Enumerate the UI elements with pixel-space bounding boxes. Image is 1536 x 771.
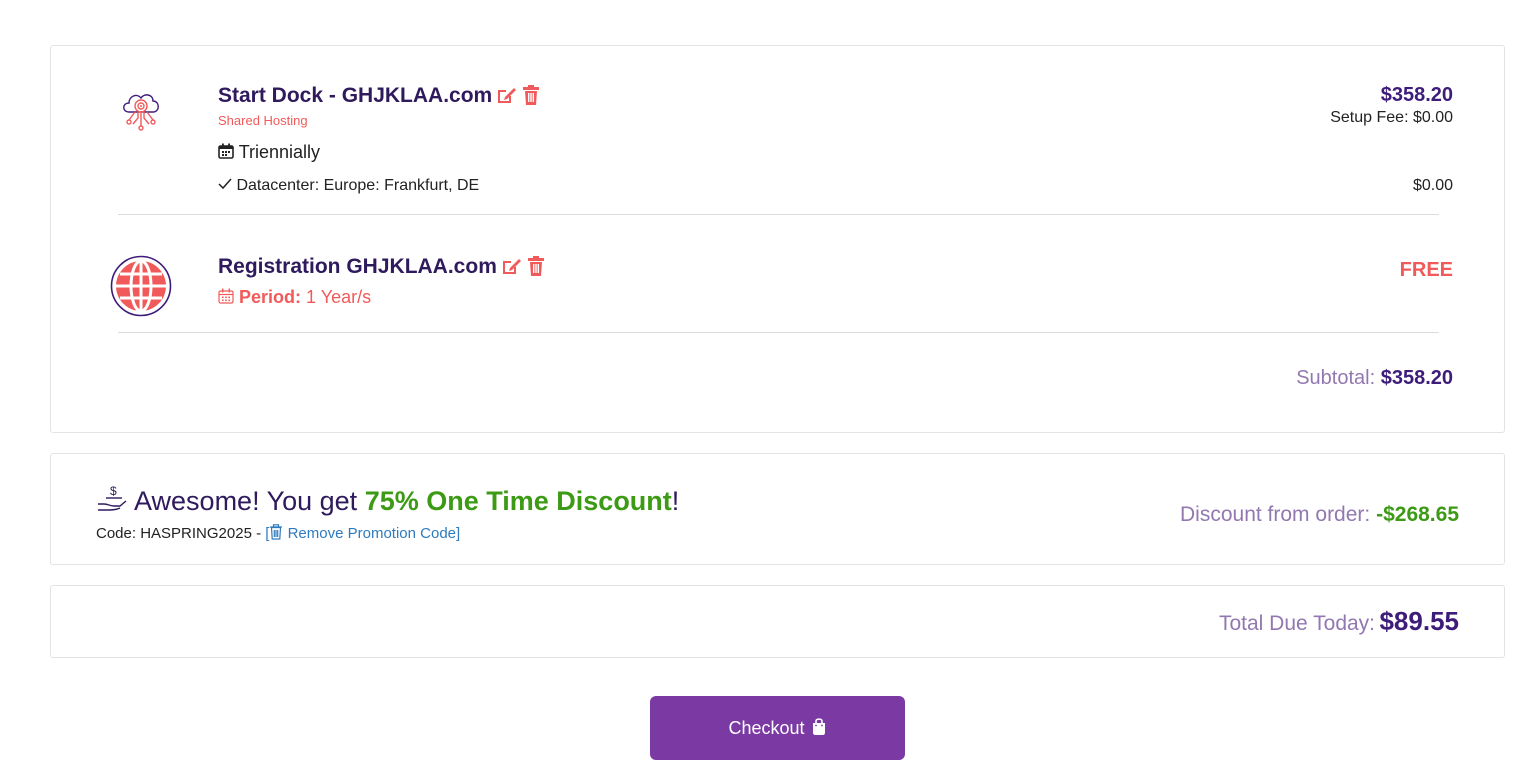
- promo-prefix: Awesome! You get: [134, 486, 365, 516]
- period-value: 1 Year/s: [306, 287, 372, 307]
- subtotal: Subtotal: $358.20: [1296, 367, 1453, 390]
- cloud-network-icon: [117, 86, 165, 139]
- billing-cycle-label: Triennially: [238, 142, 321, 162]
- setup-fee: Setup Fee: $0.00: [1330, 109, 1453, 126]
- total-due: Total Due Today: $89.55: [1219, 606, 1459, 637]
- hand-money-icon: $: [96, 484, 128, 519]
- promo-headline: $ Awesome! You get 75% One Time Discount…: [96, 484, 679, 519]
- period-label: Period:: [239, 287, 302, 307]
- checkout-button[interactable]: Checkout: [650, 696, 905, 760]
- promo-code-line: Code: HASPRING2025 - [ Remove Promotion …: [96, 524, 460, 544]
- hosting-item-subtitle: Shared Hosting: [218, 113, 308, 128]
- domain-item-title-row: Registration GHJKLAA.com: [218, 255, 545, 282]
- divider: [118, 214, 1439, 215]
- domain-item-price: FREE: [1399, 259, 1453, 281]
- promotion-card: $ Awesome! You get 75% One Time Discount…: [50, 453, 1505, 565]
- cart-items-card: Start Dock - GHJKLAA.com Shared Hosting …: [50, 45, 1505, 433]
- domain-period: Period: 1 Year/s: [218, 287, 371, 309]
- edit-icon[interactable]: [501, 256, 523, 282]
- globe-icon: [110, 255, 172, 322]
- total-label: Total Due Today:: [1218, 612, 1376, 635]
- svg-text:$: $: [110, 484, 117, 498]
- remove-promo-link[interactable]: [ Remove Promotion Code]: [265, 524, 460, 544]
- trash-icon[interactable]: [527, 256, 545, 282]
- edit-icon[interactable]: [496, 85, 518, 111]
- checkmark-icon: [218, 177, 232, 195]
- domain-item-title: Registration GHJKLAA.com: [218, 255, 497, 278]
- discount-value: -$268.65: [1376, 503, 1459, 526]
- promo-highlight: 75% One Time Discount: [364, 486, 672, 516]
- calendar-icon: [218, 143, 234, 164]
- subtotal-label: Subtotal:: [1296, 367, 1376, 389]
- promo-code: Code: HASPRING2025 -: [96, 525, 266, 542]
- hosting-item-title-row: Start Dock - GHJKLAA.com: [218, 84, 540, 111]
- trash-icon[interactable]: [522, 85, 540, 111]
- config-option: Datacenter: Europe: Frankfurt, DE: [218, 177, 479, 195]
- discount-label: Discount from order:: [1180, 503, 1371, 526]
- trash-outline-icon: [269, 524, 283, 544]
- hosting-item-price: $358.20: [1380, 84, 1453, 106]
- shopping-bag-icon: [811, 717, 827, 740]
- config-option-price: $0.00: [1412, 177, 1453, 194]
- promo-suffix: !: [671, 486, 680, 516]
- subtotal-value: $358.20: [1380, 367, 1453, 389]
- hosting-item-title: Start Dock - GHJKLAA.com: [218, 84, 493, 107]
- total-card: Total Due Today: $89.55: [50, 585, 1505, 658]
- total-value: $89.55: [1379, 606, 1459, 636]
- billing-cycle: Triennially: [218, 142, 320, 164]
- divider: [118, 332, 1439, 333]
- checkout-label: Checkout: [728, 717, 805, 738]
- discount-line: Discount from order: -$268.65: [1180, 503, 1459, 527]
- config-option-label: Datacenter: Europe: Frankfurt, DE: [236, 177, 480, 194]
- calendar-icon: [218, 288, 234, 309]
